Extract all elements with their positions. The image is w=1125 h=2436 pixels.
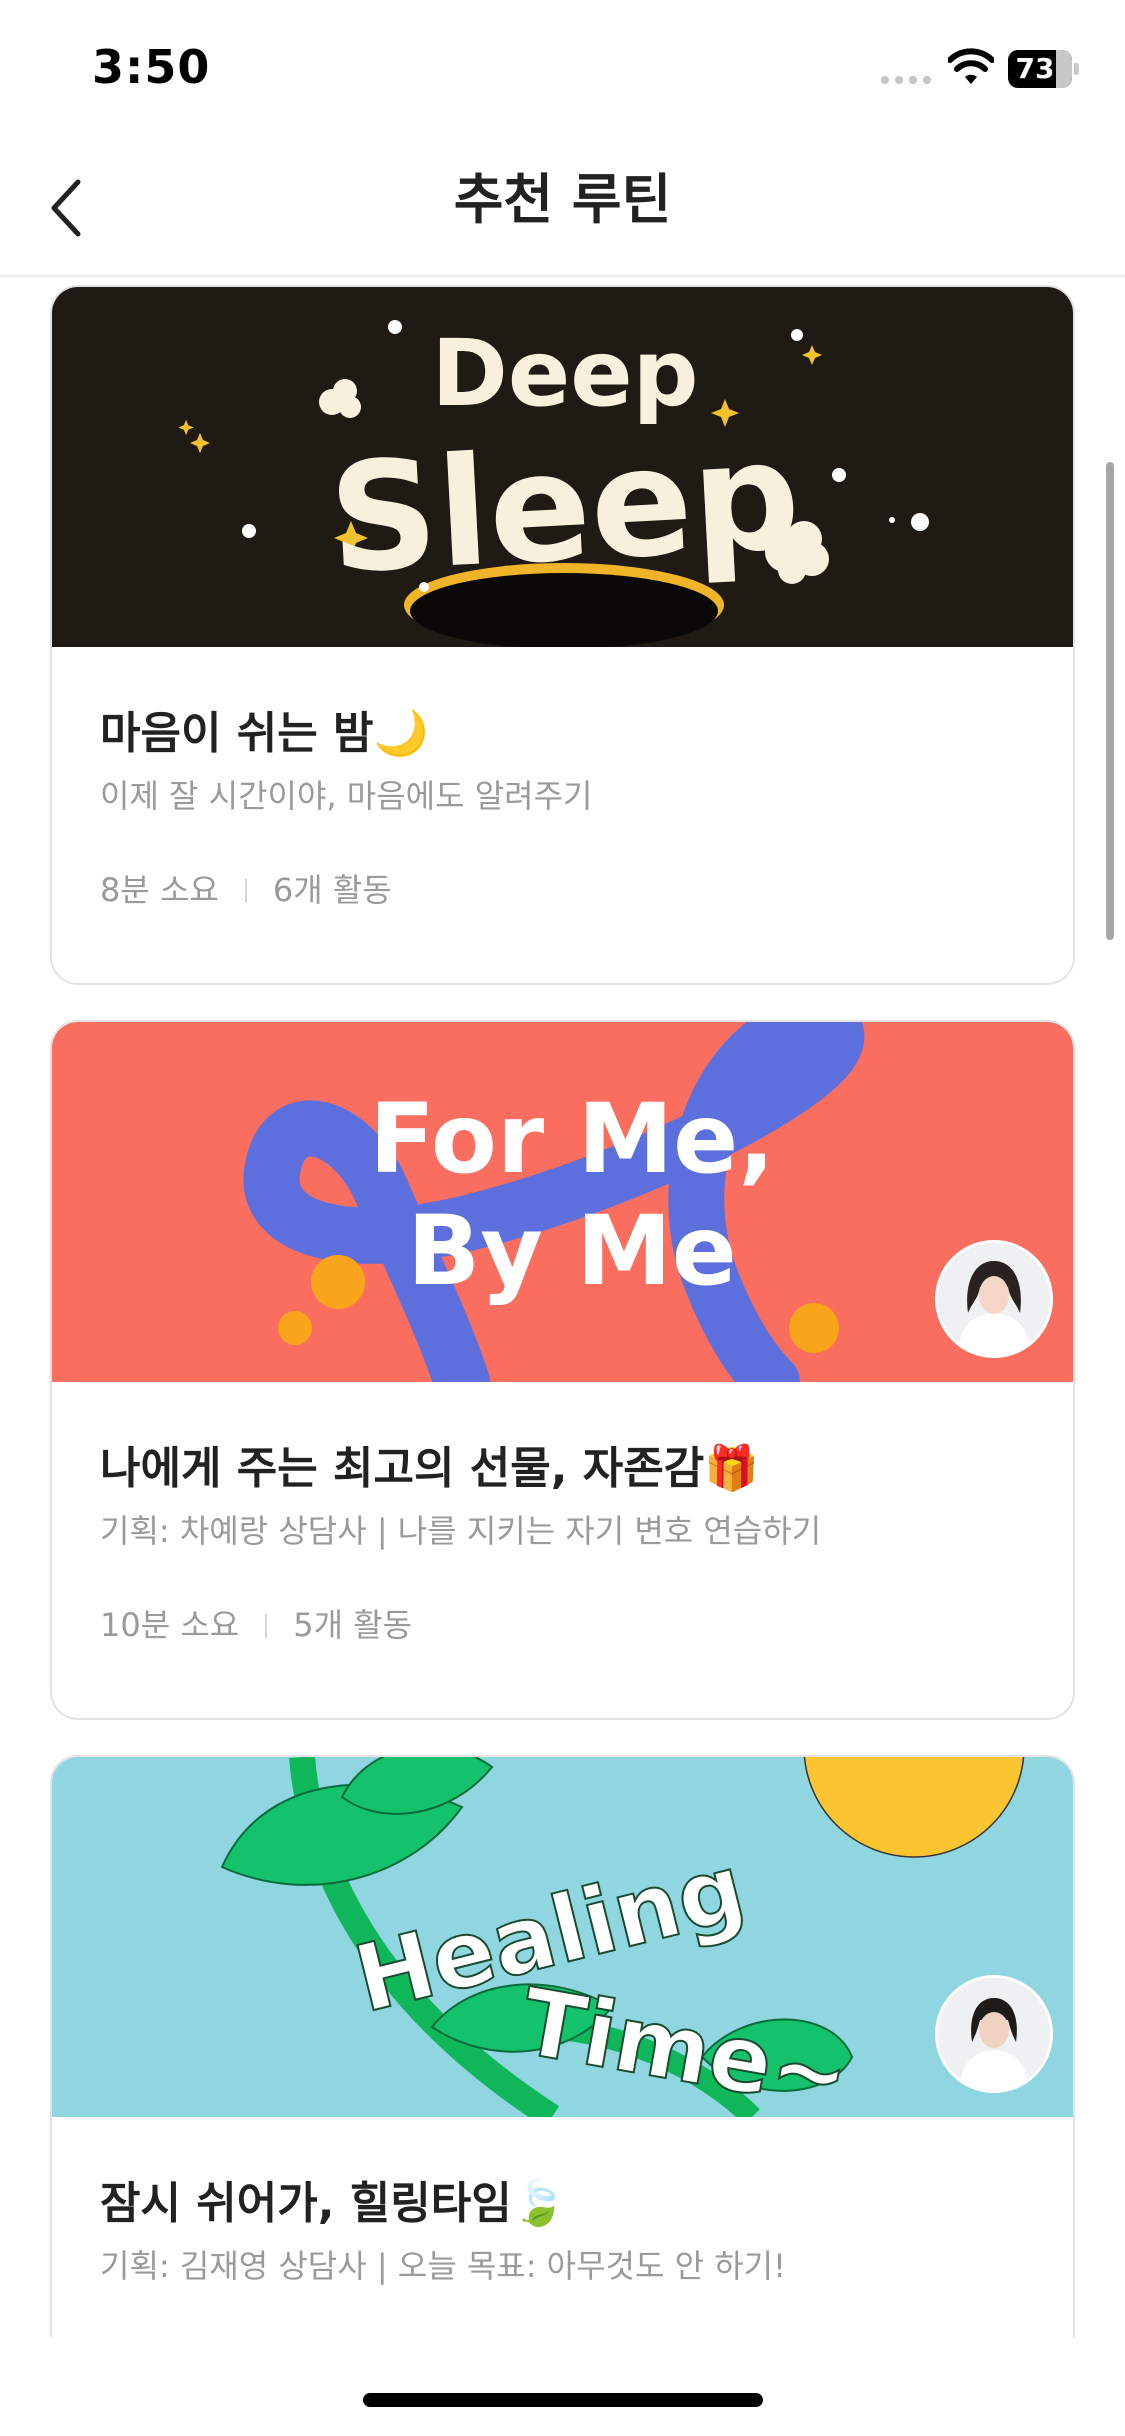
- deep-sleep-illustration: Deep Sleep: [52, 287, 1073, 647]
- page-title: 추천 루틴: [453, 168, 672, 231]
- routine-banner: For Me, By Me: [52, 1022, 1073, 1382]
- routine-meta: 8분 소요 6개 활동: [100, 865, 392, 911]
- status-time: 3:50: [92, 40, 211, 94]
- routine-activity-count: 5개 활동: [293, 1606, 413, 1644]
- battery-icon: 73: [1008, 50, 1079, 88]
- status-bar: 3:50 73: [0, 0, 1125, 140]
- counselor-avatar: [935, 1240, 1053, 1358]
- routine-title: 나에게 주는 최고의 선물, 자존감🎁: [100, 1443, 760, 1494]
- routine-card[interactable]: Deep Sleep 마음이 쉬는 밤🌙 이제 잘 시간이야, 마음에도 알려주…: [50, 285, 1075, 985]
- for-me-by-me-illustration: For Me, By Me: [52, 1022, 1073, 1382]
- meta-divider: [265, 1614, 268, 1638]
- routine-duration: 8분 소요: [100, 871, 219, 909]
- chevron-left-icon: [51, 179, 81, 237]
- svg-text:Sleep: Sleep: [325, 409, 804, 607]
- battery-level: 73: [1015, 52, 1055, 85]
- svg-text:For Me,: For Me,: [369, 1083, 775, 1195]
- healing-time-illustration: Healing Time~: [52, 1757, 1073, 2117]
- wifi-icon: [948, 48, 994, 84]
- svg-text:By Me: By Me: [407, 1195, 737, 1307]
- cellular-signal-icon: [881, 76, 931, 84]
- routine-subtitle: 이제 잘 시간이야, 마음에도 알려주기: [100, 777, 593, 815]
- routine-list[interactable]: Deep Sleep 마음이 쉬는 밤🌙 이제 잘 시간이야, 마음에도 알려주…: [0, 277, 1125, 2337]
- routine-subtitle: 기획: 김재영 상담사 | 오늘 목표: 아무것도 안 하기!: [100, 2247, 786, 2285]
- nav-header: 추천 루틴: [0, 140, 1125, 277]
- routine-card[interactable]: Healing Time~ 잠시 쉬어가, 힐링타임🍃 기획: 김재영 상담사 …: [50, 1755, 1075, 2337]
- svg-text:Deep: Deep: [431, 320, 698, 427]
- routine-activity-count: 6개 활동: [272, 871, 392, 909]
- routine-card[interactable]: For Me, By Me 나에게 주는 최고의 선물, 자존감🎁 기획: 차예…: [50, 1020, 1075, 1720]
- home-indicator[interactable]: [363, 2393, 763, 2407]
- routine-duration: 10분 소요: [100, 1606, 240, 1644]
- counselor-avatar: [935, 1975, 1053, 2093]
- routine-subtitle: 기획: 차예랑 상담사 | 나를 지키는 자기 변호 연습하기: [100, 1512, 822, 1550]
- scrollbar[interactable]: [1106, 462, 1114, 940]
- routine-meta: 10분 소요 5개 활동: [100, 1600, 412, 1646]
- meta-divider: [244, 879, 247, 903]
- routine-title: 마음이 쉬는 밤🌙: [100, 708, 429, 759]
- routine-banner: Healing Time~: [52, 1757, 1073, 2117]
- routine-banner: Deep Sleep: [52, 287, 1073, 647]
- back-button[interactable]: [30, 168, 110, 248]
- routine-title: 잠시 쉬어가, 힐링타임🍃: [100, 2178, 567, 2229]
